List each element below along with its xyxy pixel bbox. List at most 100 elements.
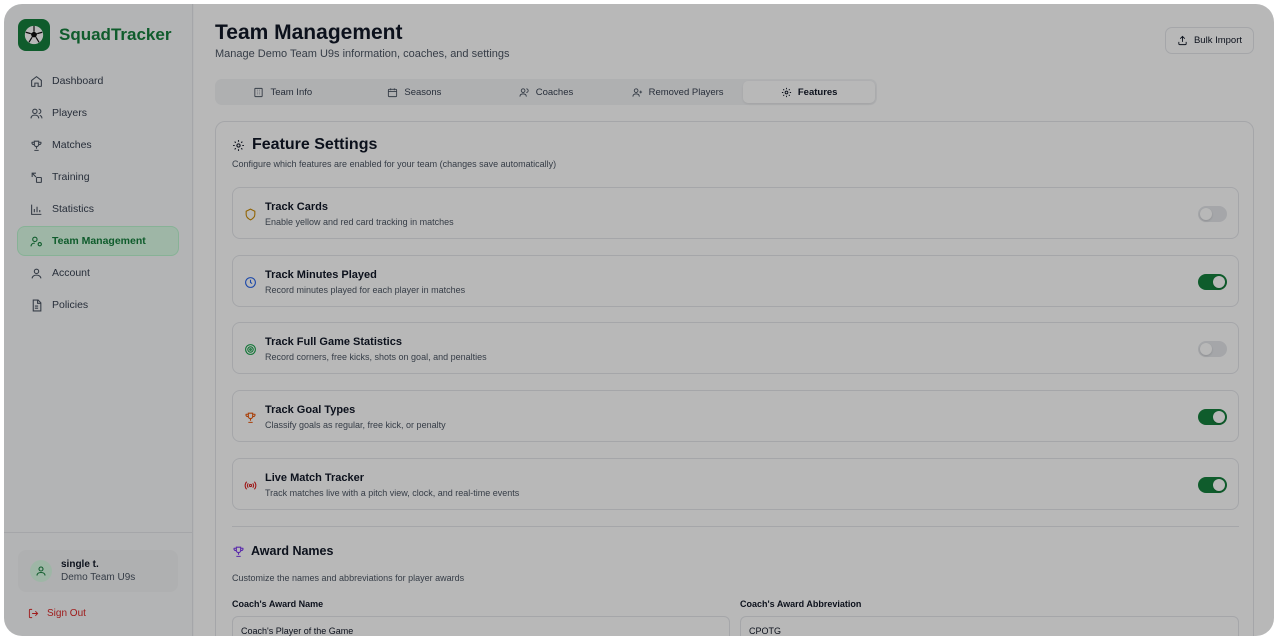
trophy-icon bbox=[31, 140, 42, 151]
coach-award-abbr-input[interactable]: CPOTG bbox=[740, 616, 1239, 636]
tab-removed-players[interactable]: Removed Players bbox=[612, 81, 744, 103]
live-match-tracker-toggle[interactable] bbox=[1198, 477, 1227, 493]
feature-description: Track matches live with a pitch view, cl… bbox=[265, 488, 520, 498]
toggle-knob bbox=[1200, 343, 1212, 355]
tab-team-info[interactable]: Team Info bbox=[217, 81, 349, 103]
main-content: Team Management Manage Demo Team U9s inf… bbox=[194, 4, 1274, 636]
shield-icon bbox=[245, 208, 256, 221]
award-names-description: Customize the names and abbreviations fo… bbox=[232, 573, 465, 583]
home-icon bbox=[31, 75, 42, 87]
sidebar-divider bbox=[4, 532, 193, 533]
feature-row-track-statistics: Track Full Game Statistics Record corner… bbox=[232, 322, 1239, 374]
track-goal-types-toggle[interactable] bbox=[1198, 409, 1227, 425]
bulk-import-label: Bulk Import bbox=[1193, 35, 1243, 46]
sidebar: SquadTracker Dashboard Players Matches T… bbox=[4, 4, 193, 636]
sidebar-item-matches[interactable]: Matches bbox=[17, 130, 179, 160]
feature-description: Classify goals as regular, free kick, or… bbox=[265, 420, 446, 430]
broadcast-icon bbox=[244, 481, 257, 490]
feature-description: Record corners, free kicks, shots on goa… bbox=[265, 352, 487, 362]
tab-coaches[interactable]: Coaches bbox=[480, 81, 612, 103]
sidebar-item-policies[interactable]: Policies bbox=[17, 290, 179, 320]
coach-award-abbr-label: Coach's Award Abbreviation bbox=[740, 599, 862, 609]
award-names-title: Award Names bbox=[232, 544, 333, 558]
tab-seasons[interactable]: Seasons bbox=[349, 81, 481, 103]
brand[interactable]: SquadTracker bbox=[18, 19, 171, 51]
tab-label: Seasons bbox=[404, 86, 442, 98]
user-cog-icon bbox=[30, 236, 42, 246]
clock-icon bbox=[245, 277, 256, 288]
sidebar-item-account[interactable]: Account bbox=[17, 258, 179, 288]
avatar bbox=[30, 560, 52, 582]
target-icon bbox=[245, 344, 256, 355]
user-icon bbox=[31, 268, 42, 278]
gear-icon bbox=[233, 139, 244, 151]
sidebar-item-label: Players bbox=[52, 107, 88, 119]
sign-out-button[interactable]: Sign Out bbox=[28, 608, 86, 619]
calendar-icon bbox=[388, 87, 398, 97]
trophy-icon bbox=[233, 546, 244, 557]
tab-label: Features bbox=[797, 86, 838, 98]
toggle-knob bbox=[1213, 479, 1225, 491]
user-card[interactable]: single t. Demo Team U9s bbox=[18, 550, 178, 592]
sidebar-item-dashboard[interactable]: Dashboard bbox=[17, 66, 179, 96]
tab-label: Removed Players bbox=[648, 86, 724, 98]
feature-row-track-goal-types: Track Goal Types Classify goals as regul… bbox=[232, 390, 1239, 442]
feature-row-track-minutes: Track Minutes Played Record minutes play… bbox=[232, 255, 1239, 307]
page-title: Team Management bbox=[215, 21, 403, 44]
feature-description: Enable yellow and red card tracking in m… bbox=[265, 217, 454, 227]
sidebar-item-label: Policies bbox=[52, 299, 89, 311]
sign-out-label: Sign Out bbox=[47, 608, 86, 619]
feature-title: Track Cards bbox=[265, 201, 328, 213]
sidebar-item-training[interactable]: Training bbox=[17, 162, 179, 192]
upload-icon bbox=[1178, 35, 1187, 46]
document-icon bbox=[32, 299, 42, 311]
track-cards-toggle[interactable] bbox=[1198, 206, 1227, 222]
soccer-ball-logo-icon bbox=[18, 19, 50, 51]
coach-award-name-input[interactable]: Coach's Player of the Game bbox=[232, 616, 730, 636]
coach-award-name-label: Coach's Award Name bbox=[232, 599, 324, 609]
award-names-heading: Award Names bbox=[251, 544, 334, 558]
section-divider bbox=[232, 526, 1239, 527]
sidebar-item-label: Team Management bbox=[52, 235, 146, 247]
user-team: Demo Team U9s bbox=[61, 572, 136, 583]
sidebar-item-players[interactable]: Players bbox=[17, 98, 179, 128]
sidebar-item-label: Training bbox=[52, 171, 90, 183]
feature-title: Track Full Game Statistics bbox=[265, 336, 402, 348]
page-subtitle: Manage Demo Team U9s information, coache… bbox=[215, 48, 510, 60]
user-plus-icon bbox=[632, 87, 642, 97]
sidebar-item-team-management[interactable]: Team Management bbox=[17, 226, 179, 256]
tab-bar: Team Info Seasons Coaches Removed Player… bbox=[215, 79, 877, 105]
track-statistics-toggle[interactable] bbox=[1198, 341, 1227, 357]
feature-title: Track Minutes Played bbox=[265, 269, 377, 281]
user-name: single t. bbox=[61, 559, 99, 570]
toggle-knob bbox=[1213, 276, 1225, 288]
feature-settings-description: Configure which features are enabled for… bbox=[232, 159, 557, 169]
bulk-import-button[interactable]: Bulk Import bbox=[1165, 27, 1254, 54]
brand-name: SquadTracker bbox=[59, 25, 172, 44]
building-icon bbox=[254, 87, 264, 97]
tab-features[interactable]: Features bbox=[743, 81, 875, 103]
feature-settings-title: Feature Settings bbox=[232, 136, 377, 154]
track-minutes-toggle[interactable] bbox=[1198, 274, 1227, 290]
sidebar-item-label: Dashboard bbox=[52, 75, 104, 87]
sidebar-item-statistics[interactable]: Statistics bbox=[17, 194, 179, 224]
toggle-knob bbox=[1213, 411, 1225, 423]
users-icon bbox=[519, 87, 529, 97]
trophy-icon bbox=[245, 412, 256, 423]
logout-icon bbox=[28, 608, 39, 619]
tab-label: Coaches bbox=[535, 86, 574, 98]
users-icon bbox=[30, 108, 43, 118]
app-window: SquadTracker Dashboard Players Matches T… bbox=[4, 4, 1274, 636]
feature-row-track-cards: Track Cards Enable yellow and red card t… bbox=[232, 187, 1239, 239]
sidebar-item-label: Account bbox=[52, 267, 90, 279]
feature-settings-card: Feature Settings Configure which feature… bbox=[215, 121, 1254, 636]
bar-chart-icon bbox=[31, 204, 42, 215]
feature-settings-heading: Feature Settings bbox=[252, 136, 378, 153]
feature-description: Record minutes played for each player in… bbox=[265, 285, 466, 295]
toggle-knob bbox=[1200, 208, 1212, 220]
training-icon bbox=[31, 172, 42, 183]
tab-label: Team Info bbox=[270, 86, 313, 98]
gear-icon bbox=[781, 87, 791, 97]
feature-title: Live Match Tracker bbox=[265, 472, 365, 484]
user-icon bbox=[36, 566, 46, 576]
